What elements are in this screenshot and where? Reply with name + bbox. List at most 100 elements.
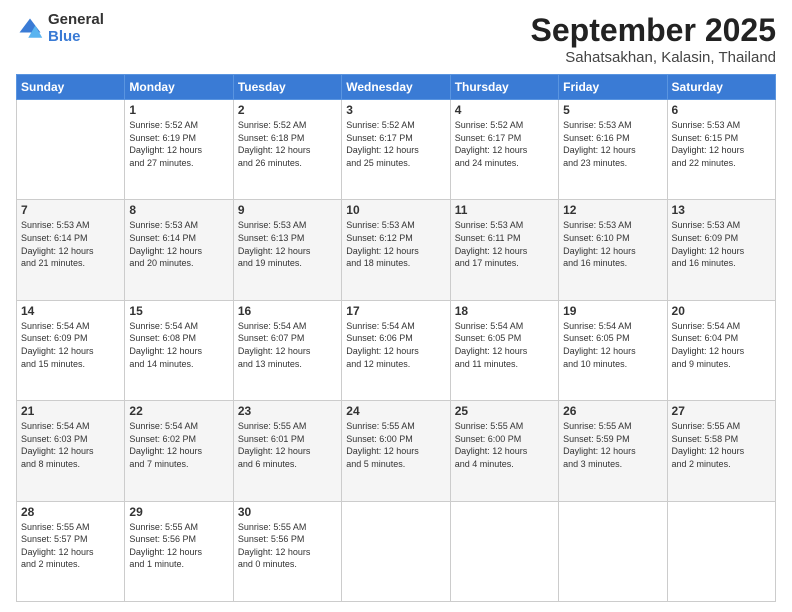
table-row: 23Sunrise: 5:55 AM Sunset: 6:01 PM Dayli…: [233, 401, 341, 501]
day-info: Sunrise: 5:53 AM Sunset: 6:09 PM Dayligh…: [672, 219, 771, 269]
table-row: [17, 100, 125, 200]
day-number: 17: [346, 304, 445, 318]
table-row: [450, 501, 558, 601]
calendar-header-row: Sunday Monday Tuesday Wednesday Thursday…: [17, 75, 776, 100]
table-row: 28Sunrise: 5:55 AM Sunset: 5:57 PM Dayli…: [17, 501, 125, 601]
table-row: 17 Sunrise: 5:54 AM Sunset: 6:06 PM Dayli…: [342, 300, 450, 400]
day-number: 4: [455, 103, 554, 117]
logo-blue-text: Blue: [48, 29, 104, 46]
table-row: 27 Sunrise: 5:55 AM Sunset: 5:58 PM Dayli…: [667, 401, 775, 501]
col-thursday: Thursday: [450, 75, 558, 100]
day-number: 8: [129, 203, 228, 217]
day-info: Sunrise: 5:53 AM Sunset: 6:12 PM Dayligh…: [346, 219, 445, 269]
table-row: 5 Sunrise: 5:53 AM Sunset: 6:16 PM Daylig…: [559, 100, 667, 200]
day-info: Sunrise: 5:55 AM Sunset: 5:56 PM Dayligh…: [238, 521, 337, 571]
day-info: Sunrise: 5:55 AM Sunset: 5:57 PM Dayligh…: [21, 521, 120, 571]
table-row: 18Sunrise: 5:54 AM Sunset: 6:05 PM Dayli…: [450, 300, 558, 400]
page: General Blue September 2025 Sahatsakhan,…: [0, 0, 792, 612]
day-number: 16: [238, 304, 337, 318]
day-info: Sunrise: 5:53 AM Sunset: 6:15 PM Dayligh…: [672, 119, 771, 169]
table-row: 9 Sunrise: 5:53 AM Sunset: 6:13 PM Daylig…: [233, 200, 341, 300]
day-info: Sunrise: 5:52 AM Sunset: 6:17 PM Dayligh…: [455, 119, 554, 169]
title-block: September 2025 Sahatsakhan, Kalasin, Tha…: [531, 12, 776, 66]
day-number: 1: [129, 103, 228, 117]
day-number: 20: [672, 304, 771, 318]
logo-icon: [16, 15, 44, 43]
day-info: Sunrise: 5:54 AM Sunset: 6:09 PM Dayligh…: [21, 320, 120, 370]
day-info: Sunrise: 5:54 AM Sunset: 6:03 PM Dayligh…: [21, 420, 120, 470]
table-row: 19Sunrise: 5:54 AM Sunset: 6:05 PM Dayli…: [559, 300, 667, 400]
table-row: 24Sunrise: 5:55 AM Sunset: 6:00 PM Dayli…: [342, 401, 450, 501]
calendar-subtitle: Sahatsakhan, Kalasin, Thailand: [531, 49, 776, 66]
table-row: 1Sunrise: 5:52 AM Sunset: 6:19 PM Daylig…: [125, 100, 233, 200]
table-row: 29 Sunrise: 5:55 AM Sunset: 5:56 PM Dayli…: [125, 501, 233, 601]
day-info: Sunrise: 5:55 AM Sunset: 6:00 PM Dayligh…: [455, 420, 554, 470]
day-info: Sunrise: 5:53 AM Sunset: 6:11 PM Dayligh…: [455, 219, 554, 269]
day-info: Sunrise: 5:52 AM Sunset: 6:18 PM Dayligh…: [238, 119, 337, 169]
day-info: Sunrise: 5:55 AM Sunset: 5:58 PM Dayligh…: [672, 420, 771, 470]
day-number: 7: [21, 203, 120, 217]
table-row: 8 Sunrise: 5:53 AM Sunset: 6:14 PM Daylig…: [125, 200, 233, 300]
table-row: 13 Sunrise: 5:53 AM Sunset: 6:09 PM Dayli…: [667, 200, 775, 300]
day-info: Sunrise: 5:54 AM Sunset: 6:04 PM Dayligh…: [672, 320, 771, 370]
day-info: Sunrise: 5:55 AM Sunset: 5:56 PM Dayligh…: [129, 521, 228, 571]
day-number: 6: [672, 103, 771, 117]
day-info: Sunrise: 5:53 AM Sunset: 6:10 PM Dayligh…: [563, 219, 662, 269]
table-row: 25 Sunrise: 5:55 AM Sunset: 6:00 PM Dayli…: [450, 401, 558, 501]
week-row-0: 1Sunrise: 5:52 AM Sunset: 6:19 PM Daylig…: [17, 100, 776, 200]
day-number: 22: [129, 404, 228, 418]
day-info: Sunrise: 5:53 AM Sunset: 6:14 PM Dayligh…: [129, 219, 228, 269]
day-number: 13: [672, 203, 771, 217]
day-number: 3: [346, 103, 445, 117]
day-info: Sunrise: 5:54 AM Sunset: 6:02 PM Dayligh…: [129, 420, 228, 470]
week-row-4: 28Sunrise: 5:55 AM Sunset: 5:57 PM Dayli…: [17, 501, 776, 601]
table-row: 2Sunrise: 5:52 AM Sunset: 6:18 PM Daylig…: [233, 100, 341, 200]
week-row-3: 21 Sunrise: 5:54 AM Sunset: 6:03 PM Dayli…: [17, 401, 776, 501]
col-sunday: Sunday: [17, 75, 125, 100]
day-number: 19: [563, 304, 662, 318]
table-row: 11 Sunrise: 5:53 AM Sunset: 6:11 PM Dayli…: [450, 200, 558, 300]
table-row: 7 Sunrise: 5:53 AM Sunset: 6:14 PM Daylig…: [17, 200, 125, 300]
table-row: 14 Sunrise: 5:54 AM Sunset: 6:09 PM Dayli…: [17, 300, 125, 400]
day-info: Sunrise: 5:55 AM Sunset: 6:01 PM Dayligh…: [238, 420, 337, 470]
day-number: 9: [238, 203, 337, 217]
day-number: 11: [455, 203, 554, 217]
table-row: 20 Sunrise: 5:54 AM Sunset: 6:04 PM Dayli…: [667, 300, 775, 400]
col-saturday: Saturday: [667, 75, 775, 100]
table-row: 4 Sunrise: 5:52 AM Sunset: 6:17 PM Daylig…: [450, 100, 558, 200]
table-row: [342, 501, 450, 601]
col-wednesday: Wednesday: [342, 75, 450, 100]
day-number: 27: [672, 404, 771, 418]
table-row: 26Sunrise: 5:55 AM Sunset: 5:59 PM Dayli…: [559, 401, 667, 501]
table-row: 30 Sunrise: 5:55 AM Sunset: 5:56 PM Dayli…: [233, 501, 341, 601]
day-info: Sunrise: 5:53 AM Sunset: 6:16 PM Dayligh…: [563, 119, 662, 169]
day-number: 29: [129, 505, 228, 519]
day-info: Sunrise: 5:54 AM Sunset: 6:06 PM Dayligh…: [346, 320, 445, 370]
day-number: 25: [455, 404, 554, 418]
table-row: 6 Sunrise: 5:53 AM Sunset: 6:15 PM Daylig…: [667, 100, 775, 200]
calendar-title: September 2025: [531, 12, 776, 49]
table-row: [667, 501, 775, 601]
day-number: 24: [346, 404, 445, 418]
col-monday: Monday: [125, 75, 233, 100]
header: General Blue September 2025 Sahatsakhan,…: [16, 12, 776, 66]
day-number: 14: [21, 304, 120, 318]
table-row: 16Sunrise: 5:54 AM Sunset: 6:07 PM Dayli…: [233, 300, 341, 400]
day-number: 10: [346, 203, 445, 217]
table-row: 3 Sunrise: 5:52 AM Sunset: 6:17 PM Daylig…: [342, 100, 450, 200]
day-number: 15: [129, 304, 228, 318]
day-info: Sunrise: 5:53 AM Sunset: 6:14 PM Dayligh…: [21, 219, 120, 269]
day-info: Sunrise: 5:53 AM Sunset: 6:13 PM Dayligh…: [238, 219, 337, 269]
day-number: 18: [455, 304, 554, 318]
week-row-2: 14 Sunrise: 5:54 AM Sunset: 6:09 PM Dayli…: [17, 300, 776, 400]
table-row: 21 Sunrise: 5:54 AM Sunset: 6:03 PM Dayli…: [17, 401, 125, 501]
col-friday: Friday: [559, 75, 667, 100]
day-number: 21: [21, 404, 120, 418]
logo-text: General Blue: [48, 12, 104, 45]
table-row: 12 Sunrise: 5:53 AM Sunset: 6:10 PM Dayli…: [559, 200, 667, 300]
day-number: 26: [563, 404, 662, 418]
day-info: Sunrise: 5:52 AM Sunset: 6:17 PM Dayligh…: [346, 119, 445, 169]
day-number: 30: [238, 505, 337, 519]
day-number: 12: [563, 203, 662, 217]
day-number: 5: [563, 103, 662, 117]
